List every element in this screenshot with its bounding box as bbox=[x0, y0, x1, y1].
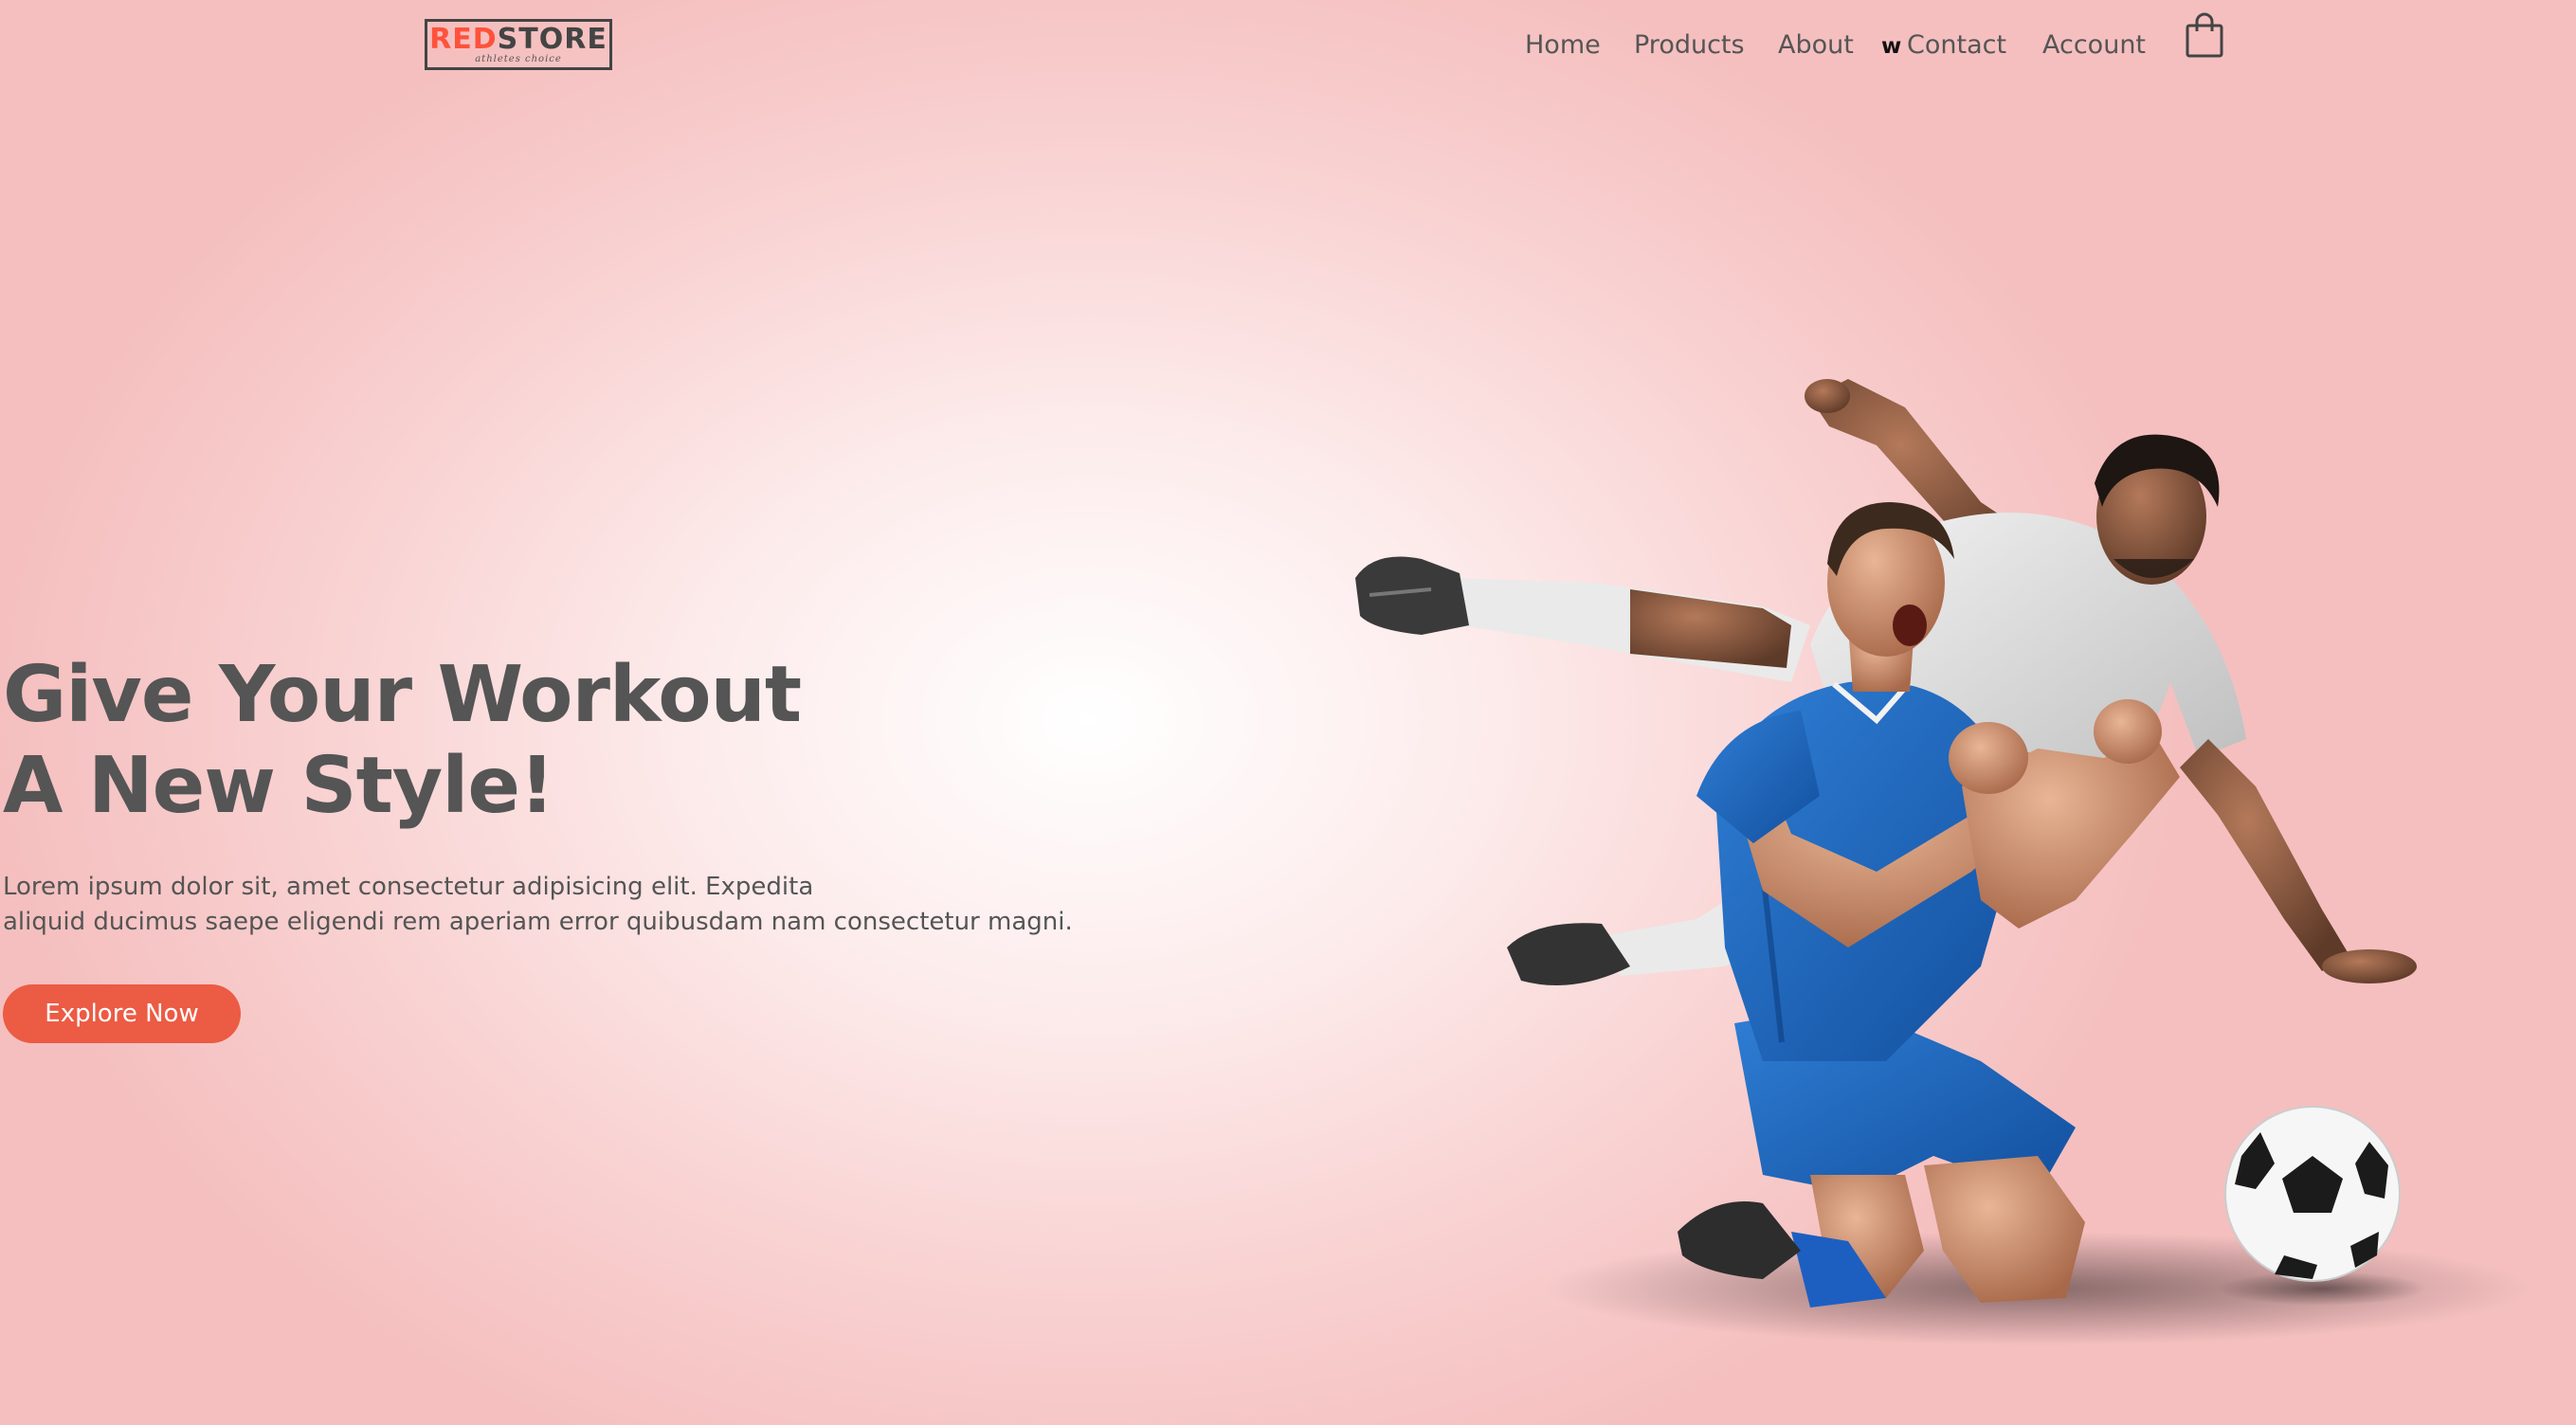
hero-image bbox=[1317, 341, 2576, 1364]
hero-headline: Give Your Workout A New Style! bbox=[3, 650, 802, 832]
shopping-bag-icon[interactable] bbox=[2186, 12, 2223, 58]
hero-headline-line1: Give Your Workout bbox=[3, 650, 802, 740]
nav-account[interactable]: Account bbox=[2042, 30, 2146, 60]
hero-description-line1: Lorem ipsum dolor sit, amet consectetur … bbox=[3, 873, 814, 901]
nav-stray-glyph: w bbox=[1881, 34, 1902, 59]
hero-headline-line2: A New Style! bbox=[3, 741, 554, 831]
nav-contact[interactable]: Contact bbox=[1907, 30, 2006, 60]
nav-about[interactable]: About bbox=[1778, 30, 1854, 60]
nav-products[interactable]: Products bbox=[1634, 30, 1745, 60]
nav-home[interactable]: Home bbox=[1525, 30, 1601, 60]
hero-description-line2: aliquid ducimus saepe eligendi rem aperi… bbox=[3, 908, 1073, 936]
hero-description: Lorem ipsum dolor sit, amet consectetur … bbox=[3, 870, 1073, 940]
explore-now-button[interactable]: Explore Now bbox=[3, 984, 241, 1043]
